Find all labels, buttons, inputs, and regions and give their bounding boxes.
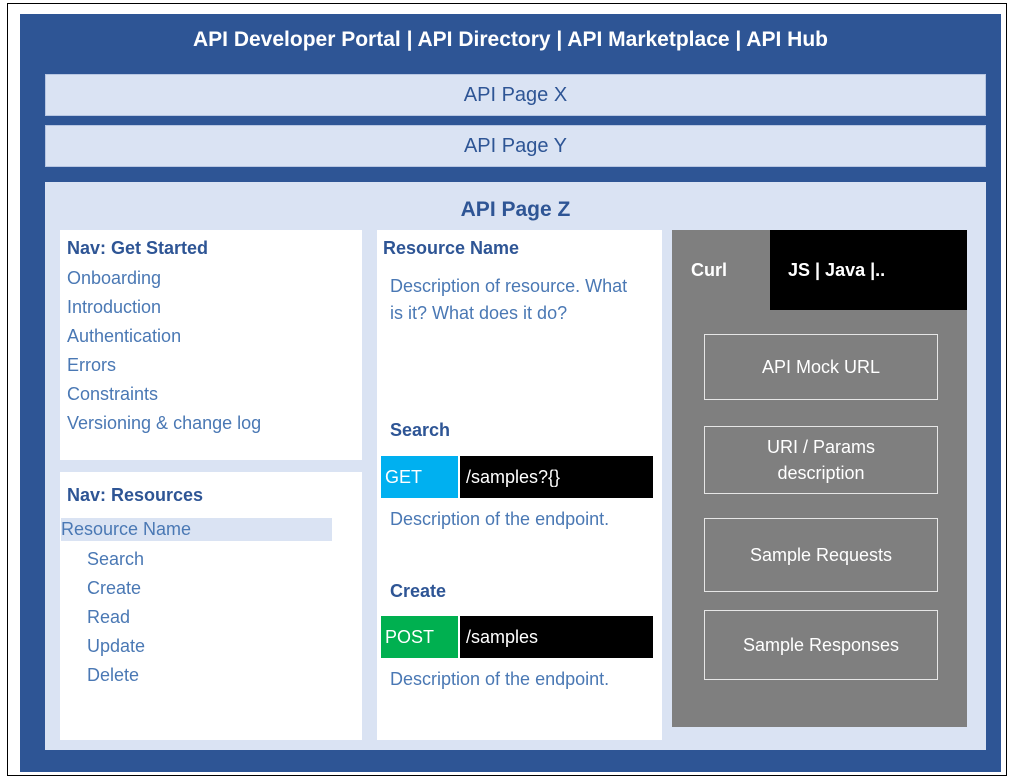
nav-link-read[interactable]: Read bbox=[87, 603, 145, 632]
nav-link-authentication[interactable]: Authentication bbox=[67, 322, 261, 351]
curl-tab[interactable]: Curl bbox=[691, 260, 727, 281]
nav-resource-actions: Search Create Read Update Delete bbox=[87, 545, 145, 690]
uri-params-box: URI / Params description bbox=[704, 426, 938, 494]
nav-link-errors[interactable]: Errors bbox=[67, 351, 261, 380]
nav-resource-selected-label: Resource Name bbox=[61, 519, 192, 539]
api-page-y[interactable]: API Page Y bbox=[45, 125, 986, 167]
search-endpoint-title: Search bbox=[390, 420, 451, 440]
resource-content-panel: Resource Name Description of resource. W… bbox=[377, 230, 662, 740]
nav-get-started-panel: Nav: Get Started Onboarding Introduction… bbox=[60, 230, 362, 460]
api-page-z: API Page Z Nav: Get Started Onboarding I… bbox=[45, 182, 986, 750]
get-method-badge: GET bbox=[381, 456, 458, 498]
post-method-badge: POST bbox=[381, 616, 458, 658]
create-endpoint-title: Create bbox=[390, 581, 447, 601]
nav-link-onboarding[interactable]: Onboarding bbox=[67, 264, 261, 293]
create-endpoint-path: /samples bbox=[460, 616, 653, 658]
portal-title: API Developer Portal | API Directory | A… bbox=[193, 28, 828, 51]
api-page-z-title: API Page Z bbox=[460, 198, 571, 221]
nav-link-search[interactable]: Search bbox=[87, 545, 145, 574]
resource-name-heading: Resource Name bbox=[383, 238, 520, 258]
nav-link-constraints[interactable]: Constraints bbox=[67, 380, 261, 409]
create-endpoint-description: Description of the endpoint. bbox=[390, 669, 610, 689]
nav-link-delete[interactable]: Delete bbox=[87, 661, 145, 690]
nav-resource-selected[interactable]: Resource Name bbox=[61, 518, 332, 541]
nav-link-update[interactable]: Update bbox=[87, 632, 145, 661]
resource-description: Description of resource. What is it? Wha… bbox=[390, 276, 628, 323]
search-endpoint-path: /samples?{} bbox=[460, 456, 653, 498]
api-mock-url-box: API Mock URL bbox=[704, 334, 938, 400]
nav-get-started-list: Onboarding Introduction Authentication E… bbox=[67, 264, 261, 438]
nav-link-create[interactable]: Create bbox=[87, 574, 145, 603]
developer-portal: API Developer Portal | API Directory | A… bbox=[20, 14, 1001, 772]
nav-resources-panel: Nav: Resources Resource Name Search Crea… bbox=[60, 472, 362, 740]
api-page-x[interactable]: API Page X bbox=[45, 74, 986, 116]
nav-link-introduction[interactable]: Introduction bbox=[67, 293, 261, 322]
sample-requests-box: Sample Requests bbox=[704, 518, 938, 592]
nav-resources-heading: Nav: Resources bbox=[67, 485, 204, 505]
language-tabs[interactable]: JS | Java |.. bbox=[770, 230, 967, 310]
nav-link-versioning[interactable]: Versioning & change log bbox=[67, 409, 261, 438]
sample-responses-box: Sample Responses bbox=[704, 610, 938, 680]
search-endpoint-description: Description of the endpoint. bbox=[390, 509, 610, 529]
nav-get-started-heading: Nav: Get Started bbox=[67, 238, 209, 258]
code-samples-panel: Curl JS | Java |.. API Mock URL URI / Pa… bbox=[672, 230, 967, 727]
